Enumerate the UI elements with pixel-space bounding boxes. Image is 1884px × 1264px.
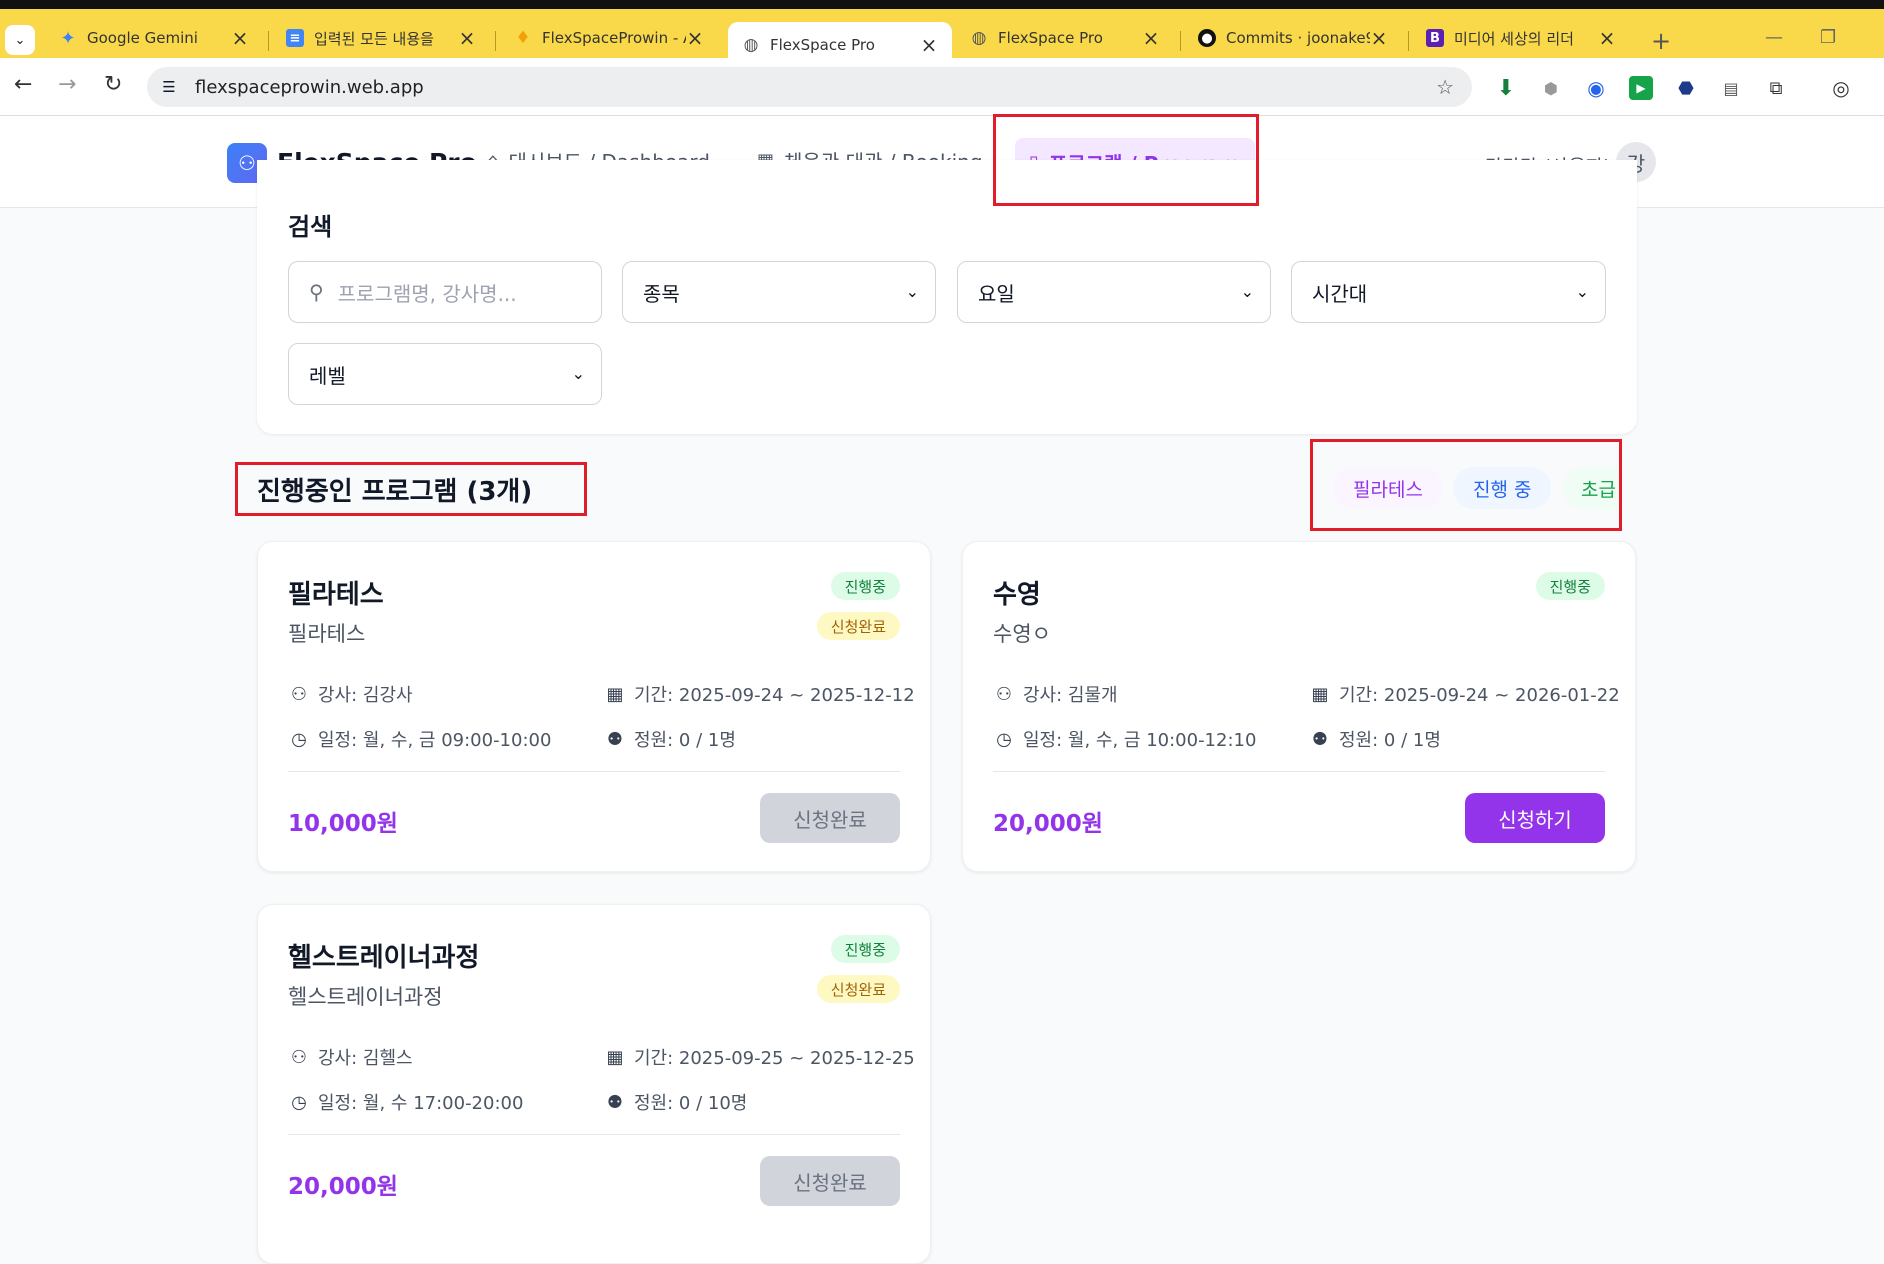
annotation-box-chips [1310, 439, 1622, 531]
extensions-puzzle-icon[interactable]: ⧉ [1764, 76, 1788, 100]
calendar-icon: ▦ [1311, 683, 1329, 705]
restore-icon[interactable]: ❐ [1820, 27, 1836, 48]
schedule-info: ◷ 일정: 월, 수, 금 10:00-12:10 [993, 726, 1256, 752]
annotation-box-section-title [235, 462, 587, 516]
close-icon[interactable]: × [231, 26, 249, 50]
close-icon[interactable]: × [686, 26, 704, 50]
program-subtitle: 수영ㅇ [993, 622, 1051, 646]
url-text: flexspaceprowin.web.app [195, 76, 424, 98]
applied-badge: 신청완료 [816, 612, 900, 640]
instructor-info: ⚇ 강사: 김물개 [993, 681, 1118, 707]
status-badge: 진행중 [830, 572, 900, 600]
program-name: 필라테스 [288, 580, 384, 610]
users-icon: ⚇ [995, 683, 1013, 705]
tab-search-chevron-icon[interactable]: ⌄ [5, 25, 35, 55]
day-select[interactable]: 요일 ⌄ [957, 261, 1271, 323]
chevron-down-icon: ⌄ [1575, 282, 1589, 301]
capacity-info: ⚉ 정원: 0 / 1명 [1309, 726, 1441, 752]
applied-badge: 신청완료 [816, 975, 900, 1003]
program-subtitle: 필라테스 [288, 622, 366, 646]
clock-icon: ◷ [291, 728, 307, 750]
time-select[interactable]: 시간대 ⌄ [1291, 261, 1606, 323]
tab-media-leader[interactable]: B 미디어 세상의 리더 × [1412, 19, 1630, 57]
gemini-icon: ✦ [60, 27, 76, 49]
users-icon: ⚇ [290, 683, 308, 705]
extension-gray-icon[interactable]: ⬢ [1539, 76, 1563, 100]
extension-blue-icon[interactable]: ◉ [1584, 76, 1608, 100]
program-name: 헬스트레이너과정 [288, 943, 480, 973]
chevron-down-icon: ⌄ [571, 364, 585, 383]
minimize-icon[interactable]: — [1765, 27, 1783, 48]
level-select[interactable]: 레벨 ⌄ [288, 343, 602, 405]
new-tab-plus-icon[interactable]: + [1651, 27, 1671, 55]
program-name: 수영 [993, 580, 1041, 610]
program-card: 헬스트레이너과정 헬스트레이너과정 진행중 신청완료 ⚇ 강사: 김헬스 ▦ 기간:… [257, 904, 931, 1264]
capacity-info: ⚉ 정원: 0 / 10명 [604, 1089, 747, 1115]
annotation-box-program-nav [993, 114, 1259, 206]
forward-arrow-icon[interactable]: → [58, 72, 76, 97]
user-check-icon: ⚉ [606, 728, 624, 750]
search-icon: ⚲ [309, 280, 324, 304]
close-icon[interactable]: × [1370, 26, 1388, 50]
docs-icon: ≡ [286, 29, 304, 47]
tab-docs[interactable]: ≡ 입력된 모든 내용을 × [272, 19, 490, 57]
calendar-icon: ▦ [606, 1046, 624, 1068]
github-icon: ● [1198, 29, 1216, 47]
tab-google-gemini[interactable]: ✦ Google Gemini × [45, 19, 263, 57]
sport-select[interactable]: 종목 ⌄ [622, 261, 936, 323]
schedule-info: ◷ 일정: 월, 수 17:00-20:00 [288, 1089, 523, 1115]
apply-button[interactable]: 신청하기 [1465, 793, 1605, 843]
instructor-info: ⚇ 강사: 김강사 [288, 681, 413, 707]
program-price: 20,000원 [288, 1174, 398, 1200]
close-icon[interactable]: × [1598, 26, 1616, 50]
browser-tab-strip: ⌄ ✦ Google Gemini × ≡ 입력된 모든 내용을 × ♦ Fle… [0, 0, 1884, 67]
firebase-icon: ♦ [515, 28, 531, 48]
program-card: 수영 수영ㅇ 진행중 ⚇ 강사: 김물개 ▦ 기간: 2025-09-24 ~ 20… [962, 541, 1636, 872]
extension-play-icon[interactable]: ▶ [1629, 76, 1653, 100]
applied-button: 신청완료 [760, 1156, 900, 1206]
back-arrow-icon[interactable]: ← [14, 72, 32, 97]
applied-button: 신청완료 [760, 793, 900, 843]
tab-flexspace[interactable]: ◍ FlexSpace Pro × [956, 19, 1174, 57]
b-logo-icon: B [1426, 29, 1444, 47]
status-badge: 진행중 [1535, 572, 1605, 600]
period-info: ▦ 기간: 2025-09-24 ~ 2026-01-22 [1309, 681, 1619, 707]
instructor-info: ⚇ 강사: 김헬스 [288, 1044, 413, 1070]
bookmark-star-icon[interactable]: ☆ [1436, 75, 1454, 99]
calendar-icon: ▦ [606, 683, 624, 705]
clock-icon: ◷ [996, 728, 1012, 750]
program-price: 10,000원 [288, 811, 398, 837]
clock-icon: ◷ [291, 1091, 307, 1113]
globe-icon: ◍ [971, 28, 987, 48]
search-section-title: 검색 [288, 213, 333, 241]
close-icon[interactable]: × [458, 26, 476, 50]
tab-firebase[interactable]: ♦ FlexSpaceProwin - A × [500, 19, 718, 57]
reload-icon[interactable]: ↻ [104, 72, 122, 97]
chevron-down-icon: ⌄ [905, 282, 919, 301]
period-info: ▦ 기간: 2025-09-24 ~ 2025-12-12 [604, 681, 914, 707]
chevron-down-icon: ⌄ [1240, 282, 1254, 301]
schedule-info: ◷ 일정: 월, 수, 금 09:00-10:00 [288, 726, 551, 752]
extension-shield-icon[interactable]: ⬣ [1674, 76, 1698, 100]
address-toolbar: ← → ↻ ☰ flexspaceprowin.web.app ☆ ⬇ ⬢ ◉ … [0, 58, 1884, 116]
status-badge: 진행중 [830, 935, 900, 963]
program-price: 20,000원 [993, 811, 1103, 837]
program-subtitle: 헬스트레이너과정 [288, 985, 443, 1009]
user-check-icon: ⚉ [606, 1091, 624, 1113]
profile-icon[interactable]: ◎ [1829, 76, 1853, 100]
users-icon: ⚇ [290, 1046, 308, 1068]
close-icon[interactable]: × [920, 33, 938, 57]
capacity-info: ⚉ 정원: 0 / 1명 [604, 726, 736, 752]
user-check-icon: ⚉ [1311, 728, 1329, 750]
address-bar[interactable]: ☰ flexspaceprowin.web.app ☆ [147, 67, 1472, 107]
site-settings-icon[interactable]: ☰ [155, 73, 183, 101]
search-input[interactable]: ⚲ 프로그램명, 강사명... [288, 261, 602, 323]
download-extension-icon[interactable]: ⬇ [1494, 76, 1518, 101]
period-info: ▦ 기간: 2025-09-25 ~ 2025-12-25 [604, 1044, 914, 1070]
program-card: 필라테스 필라테스 진행중 신청완료 ⚇ 강사: 김강사 ▦ 기간: 2025-09… [257, 541, 931, 872]
close-icon[interactable]: × [1142, 26, 1160, 50]
tab-github-commits[interactable]: ● Commits · joonake9 × [1184, 19, 1402, 57]
globe-icon: ◍ [743, 34, 759, 55]
extension-doc-icon[interactable]: ▤ [1719, 76, 1743, 100]
